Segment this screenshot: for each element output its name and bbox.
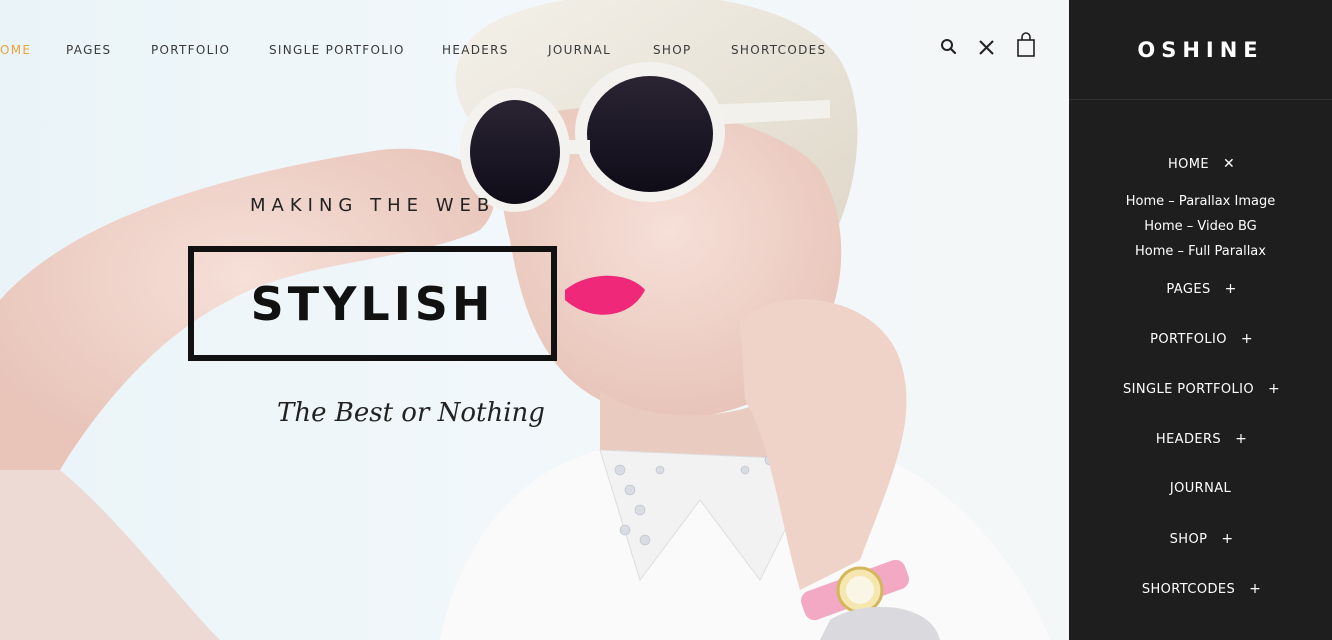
side-submenu-item[interactable]: Home – Parallax Image — [1069, 194, 1332, 209]
side-menu-label: SINGLE PORTFOLIO — [1123, 382, 1254, 397]
hero-subline: The Best or Nothing — [277, 398, 545, 428]
hero-headline-box: STYLISH — [188, 246, 557, 361]
side-menu-item-home[interactable]: HOME ✕ — [1069, 156, 1332, 172]
side-menu-label: PORTFOLIO — [1150, 332, 1227, 347]
expand-icon[interactable]: + — [1249, 581, 1261, 597]
side-menu-panel: OSHINE HOME ✕ Home – Parallax Image Home … — [1069, 0, 1332, 640]
top-nav: OME PAGES PORTFOLIO SINGLE PORTFOLIO HEA… — [0, 0, 1069, 98]
side-menu-item-headers[interactable]: HEADERS + — [1069, 431, 1332, 447]
side-menu-label: PAGES — [1166, 282, 1211, 297]
expand-icon[interactable]: + — [1235, 431, 1247, 447]
side-menu-item-pages[interactable]: PAGES + — [1069, 281, 1332, 297]
side-menu-item-single-portfolio[interactable]: SINGLE PORTFOLIO + — [1069, 381, 1332, 397]
hero-headline: STYLISH — [250, 276, 495, 331]
hero-section: OME PAGES PORTFOLIO SINGLE PORTFOLIO HEA… — [0, 0, 1069, 640]
close-icon[interactable] — [976, 36, 998, 58]
side-menu-item-shop[interactable]: SHOP + — [1069, 531, 1332, 547]
expand-icon[interactable]: + — [1268, 381, 1280, 397]
nav-item-home[interactable]: OME — [0, 43, 31, 57]
nav-item-pages[interactable]: PAGES — [66, 43, 111, 57]
nav-item-shortcodes[interactable]: SHORTCODES — [731, 43, 826, 57]
side-menu-item-portfolio[interactable]: PORTFOLIO + — [1069, 331, 1332, 347]
nav-item-headers[interactable]: HEADERS — [442, 43, 509, 57]
expand-icon[interactable]: + — [1221, 531, 1233, 547]
side-menu-item-journal[interactable]: JOURNAL — [1069, 481, 1332, 496]
expand-icon[interactable]: + — [1225, 281, 1237, 297]
nav-item-single-portfolio[interactable]: SINGLE PORTFOLIO — [269, 43, 405, 57]
hero-tagline: MAKING THE WEB — [250, 195, 496, 216]
shopping-bag-icon[interactable] — [1015, 32, 1037, 57]
side-menu-label: HEADERS — [1155, 432, 1222, 447]
side-menu-label: SHORTCODES — [1141, 582, 1236, 597]
nav-item-journal[interactable]: JOURNAL — [548, 43, 611, 57]
side-menu-item-shortcodes[interactable]: SHORTCODES + — [1069, 581, 1332, 597]
side-logo-bar: OSHINE — [1069, 0, 1332, 100]
expand-icon[interactable]: + — [1241, 331, 1253, 347]
nav-item-portfolio[interactable]: PORTFOLIO — [151, 43, 230, 57]
search-icon[interactable] — [938, 36, 960, 58]
side-menu-label: SHOP — [1169, 532, 1208, 547]
nav-item-shop[interactable]: SHOP — [653, 43, 692, 57]
side-submenu-item[interactable]: Home – Video BG — [1069, 219, 1332, 234]
site-logo[interactable]: OSHINE — [1137, 38, 1263, 62]
side-submenu-item[interactable]: Home – Full Parallax — [1069, 244, 1332, 259]
side-menu-label: JOURNAL — [1169, 481, 1232, 496]
side-menu-label: HOME — [1167, 157, 1210, 172]
collapse-icon[interactable]: ✕ — [1223, 156, 1235, 172]
